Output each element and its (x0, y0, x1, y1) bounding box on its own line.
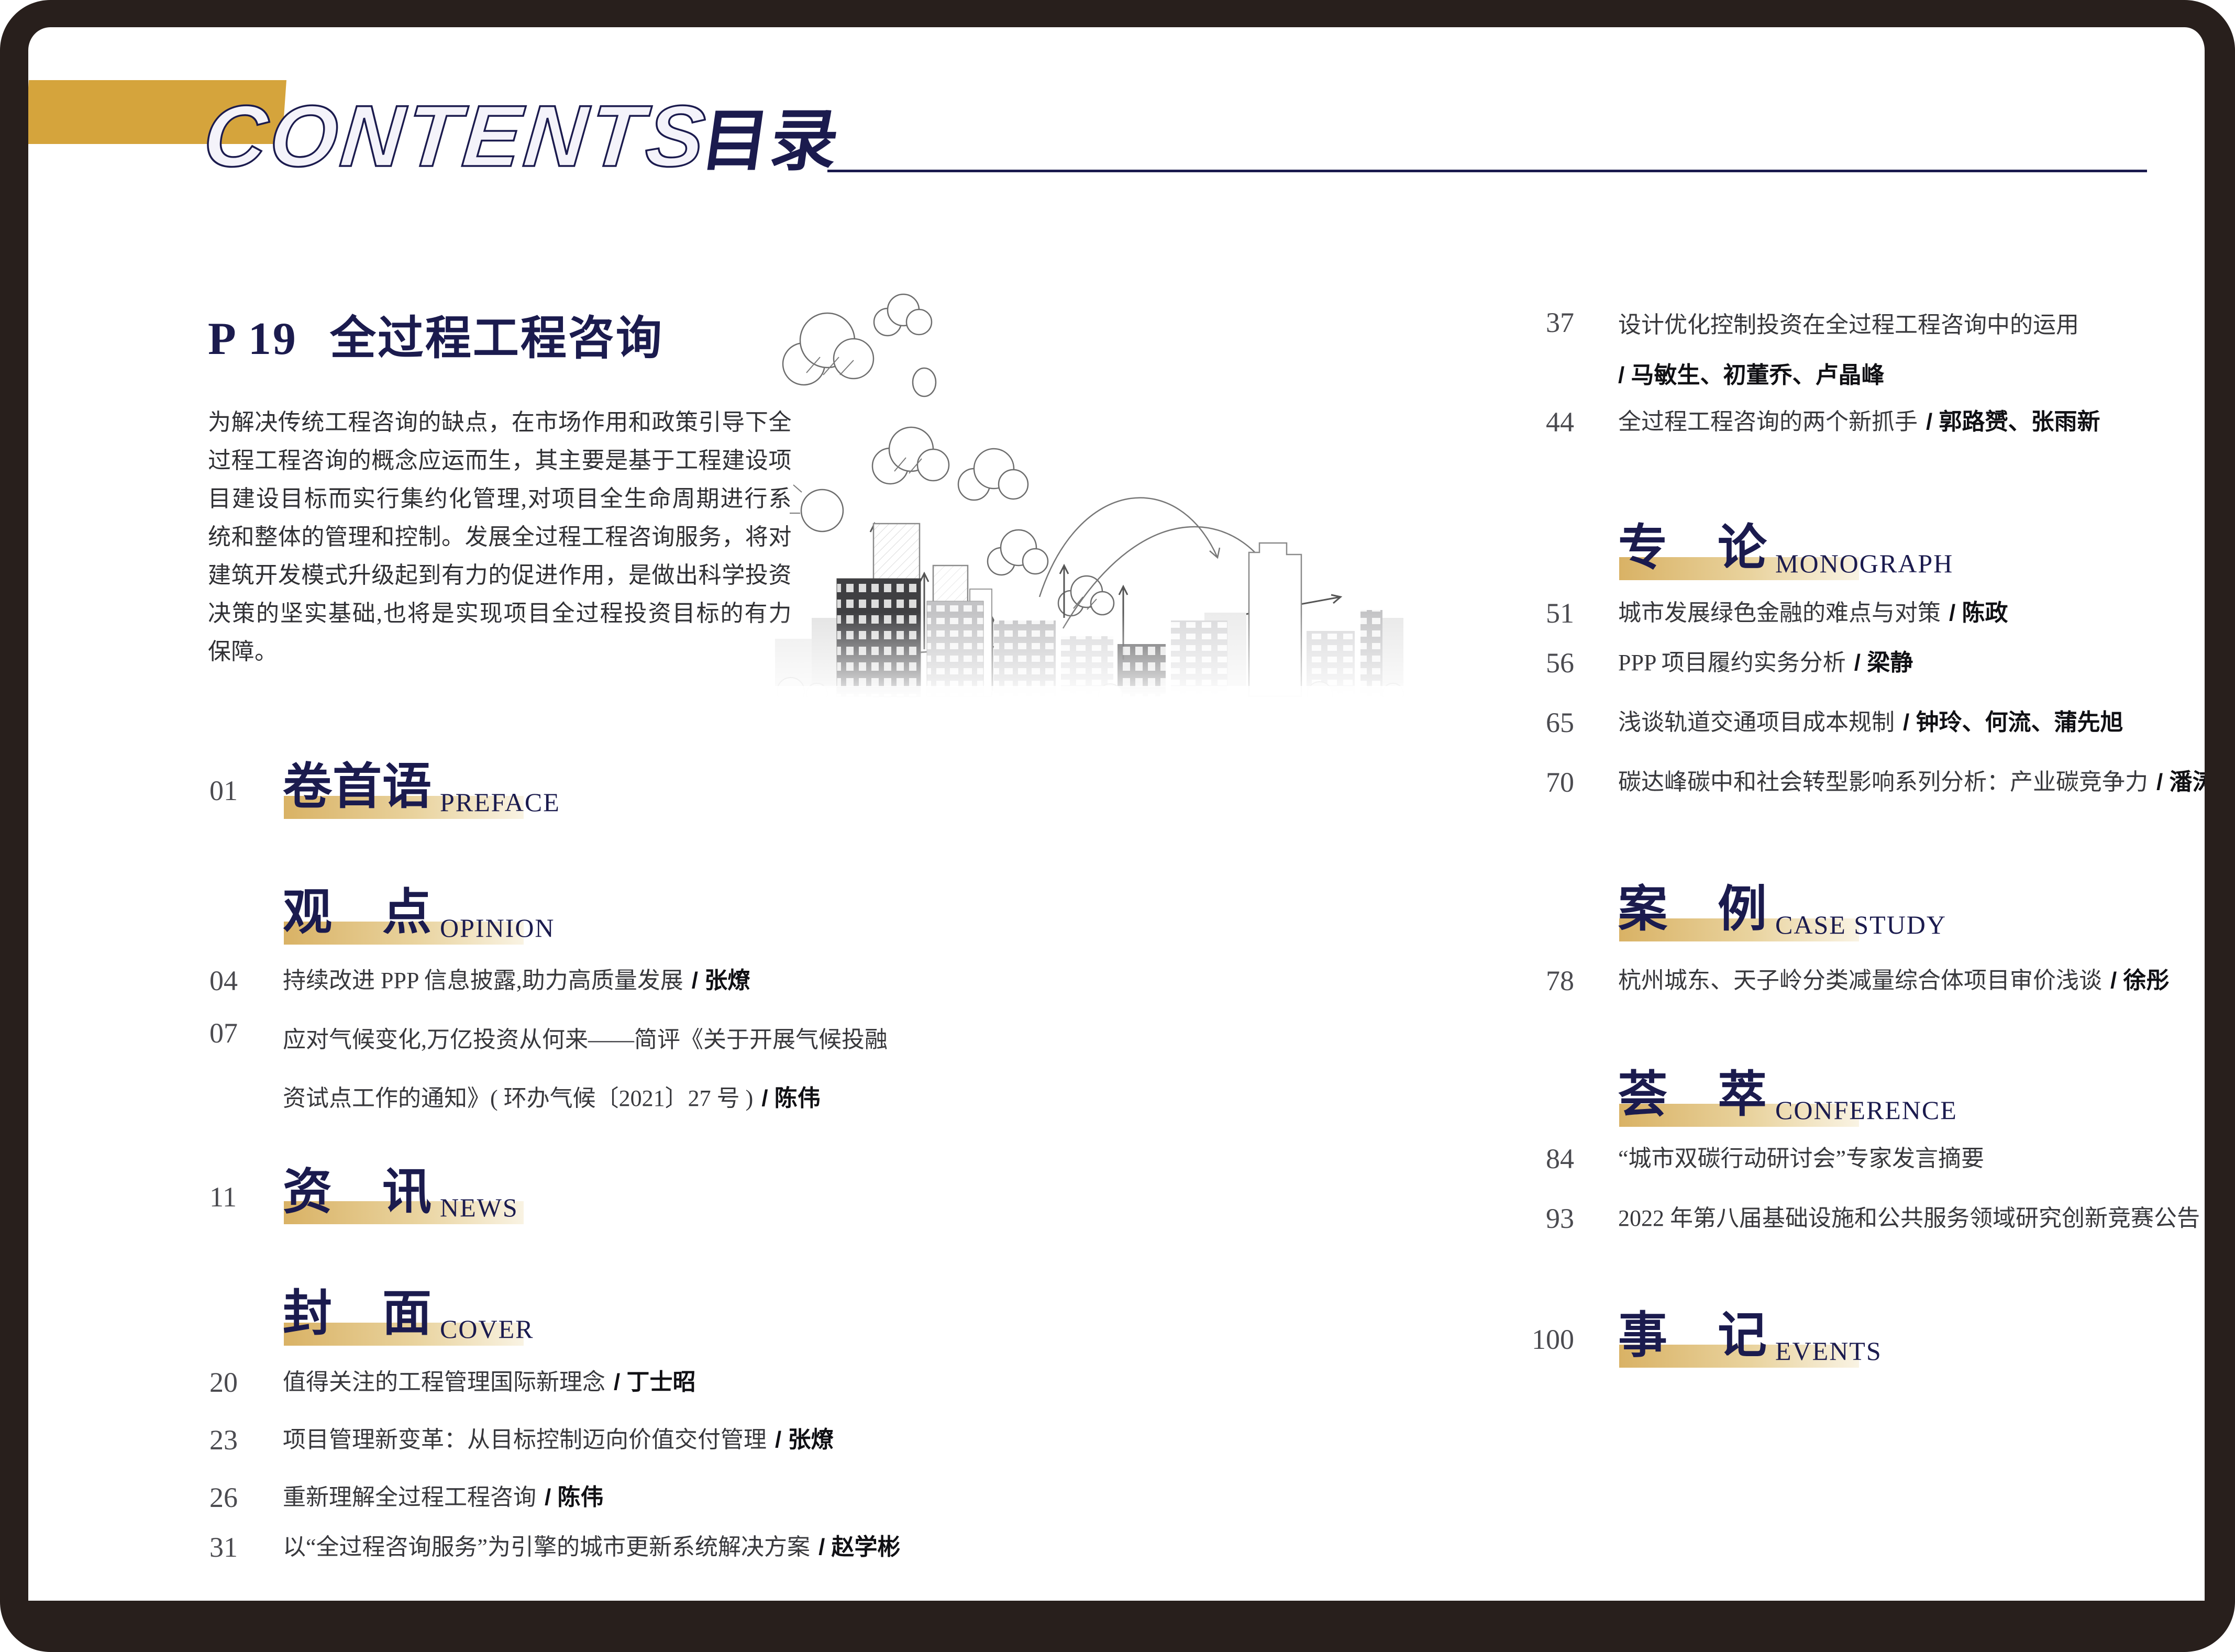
item-title: 设计优化控制投资在全过程工程咨询中的运用 (1618, 312, 2079, 338)
feature-page-ref: P 19 (208, 314, 297, 364)
item-author: / 陈政 (1949, 600, 2008, 626)
section-title-en: MONOGRAPH (1775, 549, 1953, 578)
toc-item: 70碳达峰碳中和社会转型影响系列分析：产业碳竞争力/ 潘涛 (1618, 760, 2215, 805)
contents-title-zh: 目录 (697, 108, 845, 175)
item-page-number: 26 (209, 1475, 238, 1520)
feature-title-text: 全过程工程咨询 (330, 314, 663, 364)
section-header-cover: 封 面 COVER (283, 1287, 691, 1371)
toc-item: 932022 年第八届基础设施和公共服务领域研究创新竞赛公告 (1618, 1196, 2208, 1241)
item-title: 浅谈轨道交通项目成本规制 (1618, 709, 1895, 735)
item-author: / 钟玲、何流、蒲先旭 (1903, 709, 2123, 735)
item-title: 以“全过程咨询服务”为引擎的城市更新系统解决方案 (283, 1534, 810, 1560)
item-author: / 丁士昭 (614, 1369, 695, 1395)
item-title: 碳达峰碳中和社会转型影响系列分析：产业碳竞争力 (1618, 769, 2148, 795)
item-page-number: 51 (1508, 591, 1574, 636)
section-title-en: PREFACE (440, 788, 560, 817)
section-page-number: 11 (209, 1181, 237, 1213)
item-page-number: 07 (209, 1011, 238, 1056)
item-title: 重新理解全过程工程咨询 (283, 1484, 536, 1510)
item-author: / 张燎 (775, 1427, 834, 1453)
toc-item: 23项目管理新变革：从目标控制迈向价值交付管理/ 张燎 (283, 1417, 834, 1462)
toc-item: 20值得关注的工程管理国际新理念/ 丁士昭 (283, 1360, 695, 1405)
item-author: / 梁静 (1854, 650, 1913, 675)
item-author: / 赵学彬 (818, 1534, 900, 1560)
item-title: “城市双碳行动研讨会”专家发言摘要 (1618, 1146, 1984, 1171)
item-title: PPP 项目履约实务分析 (1618, 650, 1846, 675)
item-author: / 马敏生、初董乔、卢晶峰 (1618, 350, 2079, 401)
section-title-zh: 案 例 (1618, 883, 1767, 936)
section-title-zh: 荟 萃 (1618, 1068, 1767, 1122)
section-title-zh: 资 讯 (283, 1166, 432, 1219)
item-author: / 郭路赟、张雨新 (1926, 409, 2100, 435)
toc-item: 44全过程工程咨询的两个新抓手/ 郭路赟、张雨新 (1618, 400, 2100, 445)
toc-item: 78杭州城东、天子岭分类减量综合体项目审价浅谈/ 徐彤 (1618, 958, 2169, 1003)
item-author: / 陈伟 (545, 1484, 603, 1510)
item-page-number: 78 (1508, 958, 1574, 1003)
item-page-number: 84 (1508, 1136, 1574, 1181)
item-title: 全过程工程咨询的两个新抓手 (1618, 409, 1918, 435)
feature-body: 为解决传统工程咨询的缺点，在市场作用和政策引导下全过程工程咨询的概念应运而生，其… (208, 403, 792, 671)
item-title: 值得关注的工程管理国际新理念 (283, 1369, 605, 1395)
toc-item: 26重新理解全过程工程咨询/ 陈伟 (283, 1475, 603, 1520)
section-title-en: COVER (440, 1314, 534, 1344)
item-page-number: 44 (1508, 400, 1574, 445)
section-title-en: CASE STUDY (1775, 910, 1946, 939)
masthead-rule (827, 170, 2147, 172)
item-title: 2022 年第八届基础设施和公共服务领域研究创新竞赛公告 (1618, 1205, 2200, 1231)
contents-title-en: CONTENTS (201, 97, 711, 176)
section-title-en: NEWS (440, 1193, 518, 1222)
item-page-number: 31 (209, 1525, 238, 1570)
section-page-number: 01 (209, 775, 238, 806)
toc-item: 56PPP 项目履约实务分析/ 梁静 (1618, 640, 1913, 685)
item-author: / 陈伟 (761, 1085, 820, 1111)
item-page-number: 20 (209, 1360, 238, 1405)
item-page-number: 70 (1508, 760, 1574, 805)
section-header-events: 事 记 EVENTS (1618, 1309, 2027, 1393)
item-page-number: 56 (1508, 640, 1574, 685)
city-sketch-illustration (744, 251, 1409, 707)
section-title-en: CONFERENCE (1775, 1095, 1957, 1125)
item-author: / 张燎 (692, 968, 750, 993)
section-header-opinion: 观 点 OPINION (283, 886, 691, 970)
item-page-number: 93 (1508, 1196, 1574, 1241)
toc-item: 51城市发展绿色金融的难点与对策/ 陈政 (1618, 591, 2008, 636)
item-author: / 徐彤 (2110, 968, 2169, 993)
section-title-en: OPINION (440, 913, 555, 943)
item-title: 城市发展绿色金融的难点与对策 (1618, 600, 1941, 626)
toc-item: 31以“全过程咨询服务”为引擎的城市更新系统解决方案/ 赵学彬 (283, 1525, 901, 1570)
item-page-number: 37 (1508, 300, 1574, 345)
item-page-number: 65 (1508, 700, 1574, 745)
section-title-zh: 封 面 (283, 1287, 432, 1340)
toc-item: 37设计优化控制投资在全过程工程咨询中的运用/ 马敏生、初董乔、卢晶峰 (1618, 300, 2079, 401)
section-title-zh: 专 论 (1618, 522, 1767, 575)
toc-item: 04持续改进 PPP 信息披露,助力高质量发展/ 张燎 (283, 958, 750, 1003)
toc-item: 07应对气候变化,万亿投资从何来——简评《关于开展气候投融资试点工作的通知》( … (283, 1011, 903, 1128)
section-header-news: 资 讯 NEWS (283, 1166, 691, 1249)
toc-item: 84“城市双碳行动研讨会”专家发言摘要 (1618, 1136, 1993, 1181)
section-page-number: 100 (1508, 1324, 1574, 1355)
toc-item: 65浅谈轨道交通项目成本规制/ 钟玲、何流、蒲先旭 (1618, 700, 2123, 745)
item-title: 持续改进 PPP 信息披露,助力高质量发展 (283, 968, 683, 993)
section-title-zh: 观 点 (283, 886, 432, 939)
section-header-case-study: 案 例 CASE STUDY (1618, 883, 2027, 967)
item-page-number: 23 (209, 1417, 238, 1462)
item-page-number: 04 (209, 958, 238, 1003)
item-author: / 潘涛 (2156, 769, 2215, 795)
section-title-en: EVENTS (1775, 1336, 1882, 1366)
section-title-zh: 卷首语 (283, 760, 432, 814)
section-header-preface: 卷首语 PREFACE (283, 760, 691, 844)
feature-heading: P 19 全过程工程咨询 (208, 314, 663, 364)
magazine-contents-page: CONTENTS 目录 P 19 全过程工程咨询 为解决传统工程咨询的缺点，在市场… (0, 0, 2235, 1652)
item-title: 杭州城东、天子岭分类减量综合体项目审价浅谈 (1618, 968, 2102, 993)
item-title: 项目管理新变革：从目标控制迈向价值交付管理 (283, 1427, 767, 1453)
section-title-zh: 事 记 (1618, 1309, 1767, 1362)
